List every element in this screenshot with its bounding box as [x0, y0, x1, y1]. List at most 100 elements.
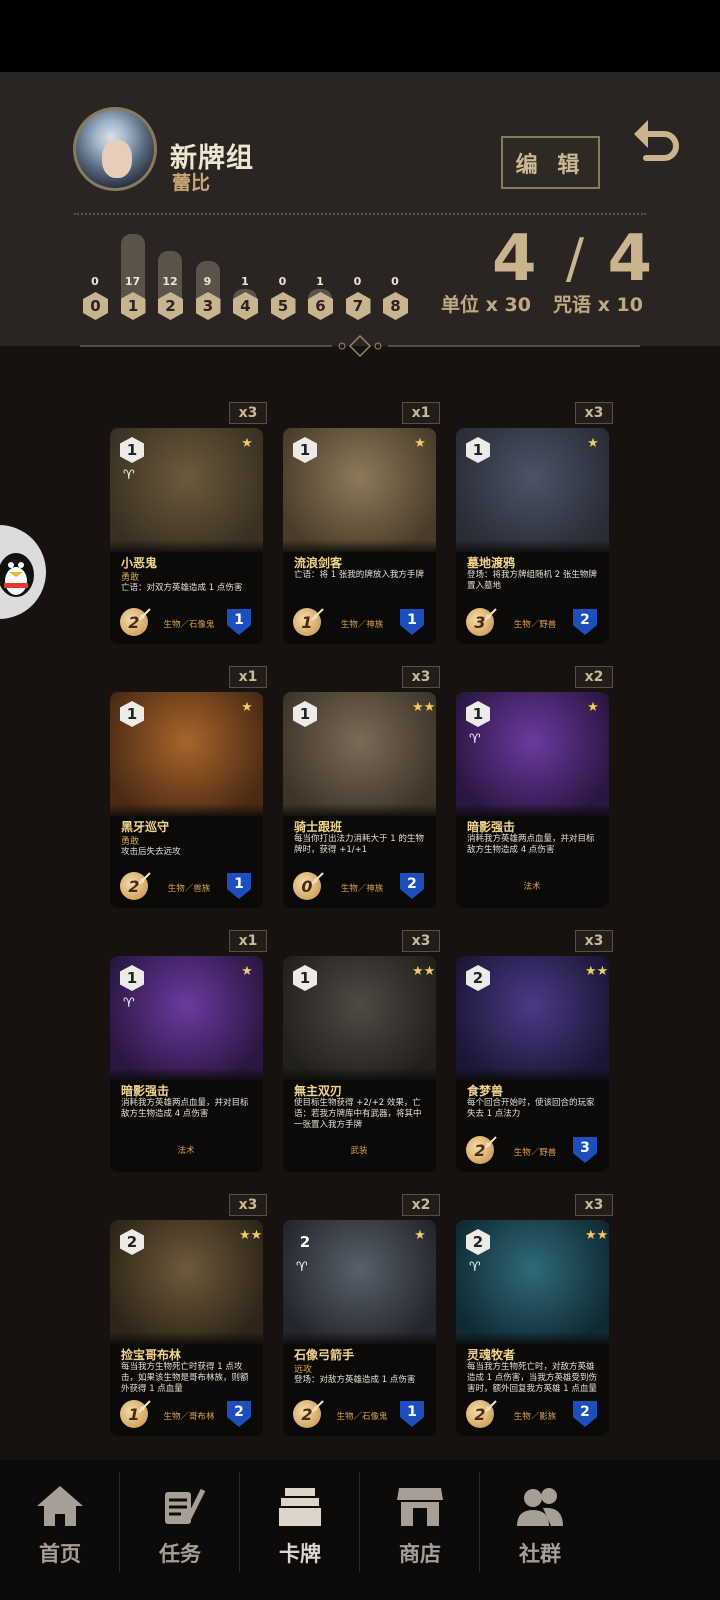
nav-tab-home[interactable]: 首页	[0, 1460, 120, 1600]
card-copies-badge: x2	[402, 1194, 440, 1216]
sword-icon	[484, 608, 497, 621]
sword-icon	[311, 608, 324, 621]
card-description: 登场：对敌方英雄造成 1 点伤害	[294, 1375, 416, 1385]
card[interactable]: 1 ♈ ★ 暗影强击 消耗我方英雄两点血量，并对目标敌方生物造成 4 点伤害 法术	[456, 692, 609, 908]
card-stack-icon	[279, 1488, 321, 1526]
card[interactable]: 1 ★★ 骑士跟班 每当你打出法力消耗大于 1 的生物牌时，获得 +1/+1 0 生物／神…	[283, 692, 436, 908]
card[interactable]: 1 ★ 墓地渡鸦 登场：将我方牌组随机 2 张生物牌置入墓地 3 生物／野兽 2	[456, 428, 609, 644]
nav-tab-card-stack[interactable]: 卡牌	[240, 1460, 360, 1600]
card-description: 亡语：将 1 张我的牌放入我方手牌	[294, 570, 424, 580]
nav-tab-label: 商店	[399, 1542, 441, 1566]
sword-icon	[138, 608, 151, 621]
rarity-stars: ★	[241, 700, 253, 715]
card[interactable]: 1 ★★ 無主双刃 使目标生物获得 +2/+2 效果，亡语：若我方牌库中有武器，将其中…	[283, 956, 436, 1172]
shop-icon	[397, 1488, 443, 1526]
card-description: 消耗我方英雄两点血量，并对目标敌方生物造成 4 点伤害	[467, 834, 595, 855]
rarity-stars: ★★	[412, 964, 436, 979]
card-type: 法术	[177, 1146, 195, 1156]
nav-tab-quest-scroll[interactable]: 任务	[120, 1460, 240, 1600]
card-copies-badge: x2	[575, 666, 613, 688]
nav-tab-label: 社群	[519, 1542, 561, 1566]
card-keyword: 勇敢	[121, 573, 140, 583]
rarity-stars: ★	[414, 436, 426, 451]
ram-icon: ♈	[469, 732, 481, 747]
nav-tab-label: 首页	[39, 1542, 81, 1566]
rarity-stars: ★	[241, 964, 253, 979]
ram-icon: ♈	[123, 468, 135, 483]
card-name: 無主双刃	[294, 1084, 343, 1098]
card-copies-badge: x1	[229, 930, 267, 952]
card-type: 生物／石像鬼	[163, 620, 215, 630]
sword-icon	[311, 1400, 324, 1413]
nav-tab-shop[interactable]: 商店	[360, 1460, 480, 1600]
card-description: 攻击后失去远攻	[121, 847, 181, 857]
rarity-stars: ★	[241, 436, 253, 451]
card-name: 骑士跟班	[294, 820, 343, 834]
card-copies-badge: x3	[402, 666, 440, 688]
card-description: 每当我方生物死亡时，对敌方英雄造成 1 点伤害，当我方英雄受到伤害时，额外回复我…	[467, 1362, 597, 1394]
card-name: 墓地渡鸦	[467, 556, 516, 570]
card-keyword: 远攻	[294, 1365, 313, 1375]
card-name: 食梦兽	[467, 1084, 504, 1098]
card-type: 武装	[350, 1146, 368, 1156]
card-copies-badge: x1	[402, 402, 440, 424]
card-copies-badge: x1	[229, 666, 267, 688]
sword-icon	[138, 872, 151, 885]
deck-screen: { "deck": {"name": "新牌组", "hero": "蕾比", …	[0, 0, 720, 1600]
card-name: 小恶鬼	[121, 556, 158, 570]
card-name: 捡宝哥布林	[121, 1348, 182, 1362]
card-type: 生物／神族	[340, 620, 384, 630]
card[interactable]: 1 ★ 黑牙巡守 勇敢 攻击后失去远攻 2 生物／兽族 1	[110, 692, 263, 908]
rarity-stars: ★★	[412, 700, 436, 715]
ram-icon: ♈	[296, 1260, 308, 1275]
card-type: 生物／影族	[513, 1412, 557, 1422]
card-list[interactable]: x3 1 ♈ ★ 小恶鬼 勇敢 亡语：对双方英雄造成 1 点伤害 2 生物／石像鬼 1 x1 1 ★ 流浪…	[0, 0, 720, 1460]
card-type: 生物／野兽	[513, 1148, 557, 1158]
card-type: 生物／石像鬼	[336, 1412, 388, 1422]
sword-icon	[484, 1136, 497, 1149]
rarity-stars: ★	[587, 436, 599, 451]
card-type: 生物／哥布林	[163, 1412, 215, 1422]
ram-icon: ♈	[123, 996, 135, 1011]
rarity-stars: ★★★	[585, 964, 609, 979]
card[interactable]: 2★★★食梦兽每个回合开始时，使该回合的玩家失去 1 点法力2生物／野兽3	[456, 956, 609, 1172]
card-copies-badge: x3	[575, 930, 613, 952]
card[interactable]: 2 ★★ 捡宝哥布林 每当我方生物死亡时获得 1 点攻击，如果该生物是哥布林族，则额外…	[110, 1220, 263, 1436]
nav-tab-community[interactable]: 社群	[480, 1460, 600, 1600]
sword-icon	[138, 1400, 151, 1413]
card[interactable]: 2 ♈ ★ 石像弓箭手 远攻 登场：对敌方英雄造成 1 点伤害 2 生物／石像鬼 1	[283, 1220, 436, 1436]
card-copies-badge: x3	[575, 402, 613, 424]
card-description: 每当我方生物死亡时获得 1 点攻击，如果该生物是哥布林族，则额外获得 1 点血量	[121, 1362, 249, 1394]
card-description: 亡语：对双方英雄造成 1 点伤害	[121, 583, 243, 593]
card-keyword: 勇敢	[121, 837, 140, 847]
bottom-nav: 首页 任务 卡牌 商店 社群	[0, 1460, 720, 1600]
card[interactable]: 2♈★★★灵魂牧者每当我方生物死亡时，对敌方英雄造成 1 点伤害，当我方英雄受到…	[456, 1220, 609, 1436]
card-description: 每当你打出法力消耗大于 1 的生物牌时，获得 +1/+1	[294, 834, 424, 855]
sword-icon	[311, 872, 324, 885]
card[interactable]: 1 ★ 流浪剑客 亡语：将 1 张我的牌放入我方手牌 1 生物／神族 1	[283, 428, 436, 644]
card-copies-badge: x3	[229, 1194, 267, 1216]
card[interactable]: 1 ♈ ★ 暗影强击 消耗我方英雄两点血量，并对目标敌方生物造成 4 点伤害 法术	[110, 956, 263, 1172]
card-name: 流浪剑客	[294, 556, 343, 570]
ram-icon: ♈	[469, 1260, 481, 1275]
card[interactable]: 1 ♈ ★ 小恶鬼 勇敢 亡语：对双方英雄造成 1 点伤害 2 生物／石像鬼 1	[110, 428, 263, 644]
card-name: 暗影强击	[121, 1084, 170, 1098]
nav-tab-label: 任务	[159, 1542, 201, 1566]
card-name: 灵魂牧者	[467, 1348, 516, 1362]
card-description: 使目标生物获得 +2/+2 效果，亡语：若我方牌库中有武器，将其中一张置入我方手…	[294, 1098, 422, 1130]
card-name: 暗影强击	[467, 820, 516, 834]
card-type: 生物／神族	[340, 884, 384, 894]
card-copies-badge: x3	[402, 930, 440, 952]
rarity-stars: ★	[414, 1228, 426, 1243]
rarity-stars: ★★★	[585, 1228, 609, 1243]
card-copies-badge: x3	[575, 1194, 613, 1216]
card-name: 黑牙巡守	[121, 820, 170, 834]
quest-scroll-icon	[165, 1488, 206, 1524]
nav-tab-label: 卡牌	[279, 1542, 321, 1566]
rarity-stars: ★★	[239, 1228, 263, 1243]
rarity-stars: ★	[587, 700, 599, 715]
sword-icon	[484, 1400, 497, 1413]
card-name: 石像弓箭手	[294, 1348, 355, 1362]
card-description: 每个回合开始时，使该回合的玩家失去 1 点法力	[467, 1098, 595, 1119]
card-description: 登场：将我方牌组随机 2 张生物牌置入墓地	[467, 570, 597, 591]
